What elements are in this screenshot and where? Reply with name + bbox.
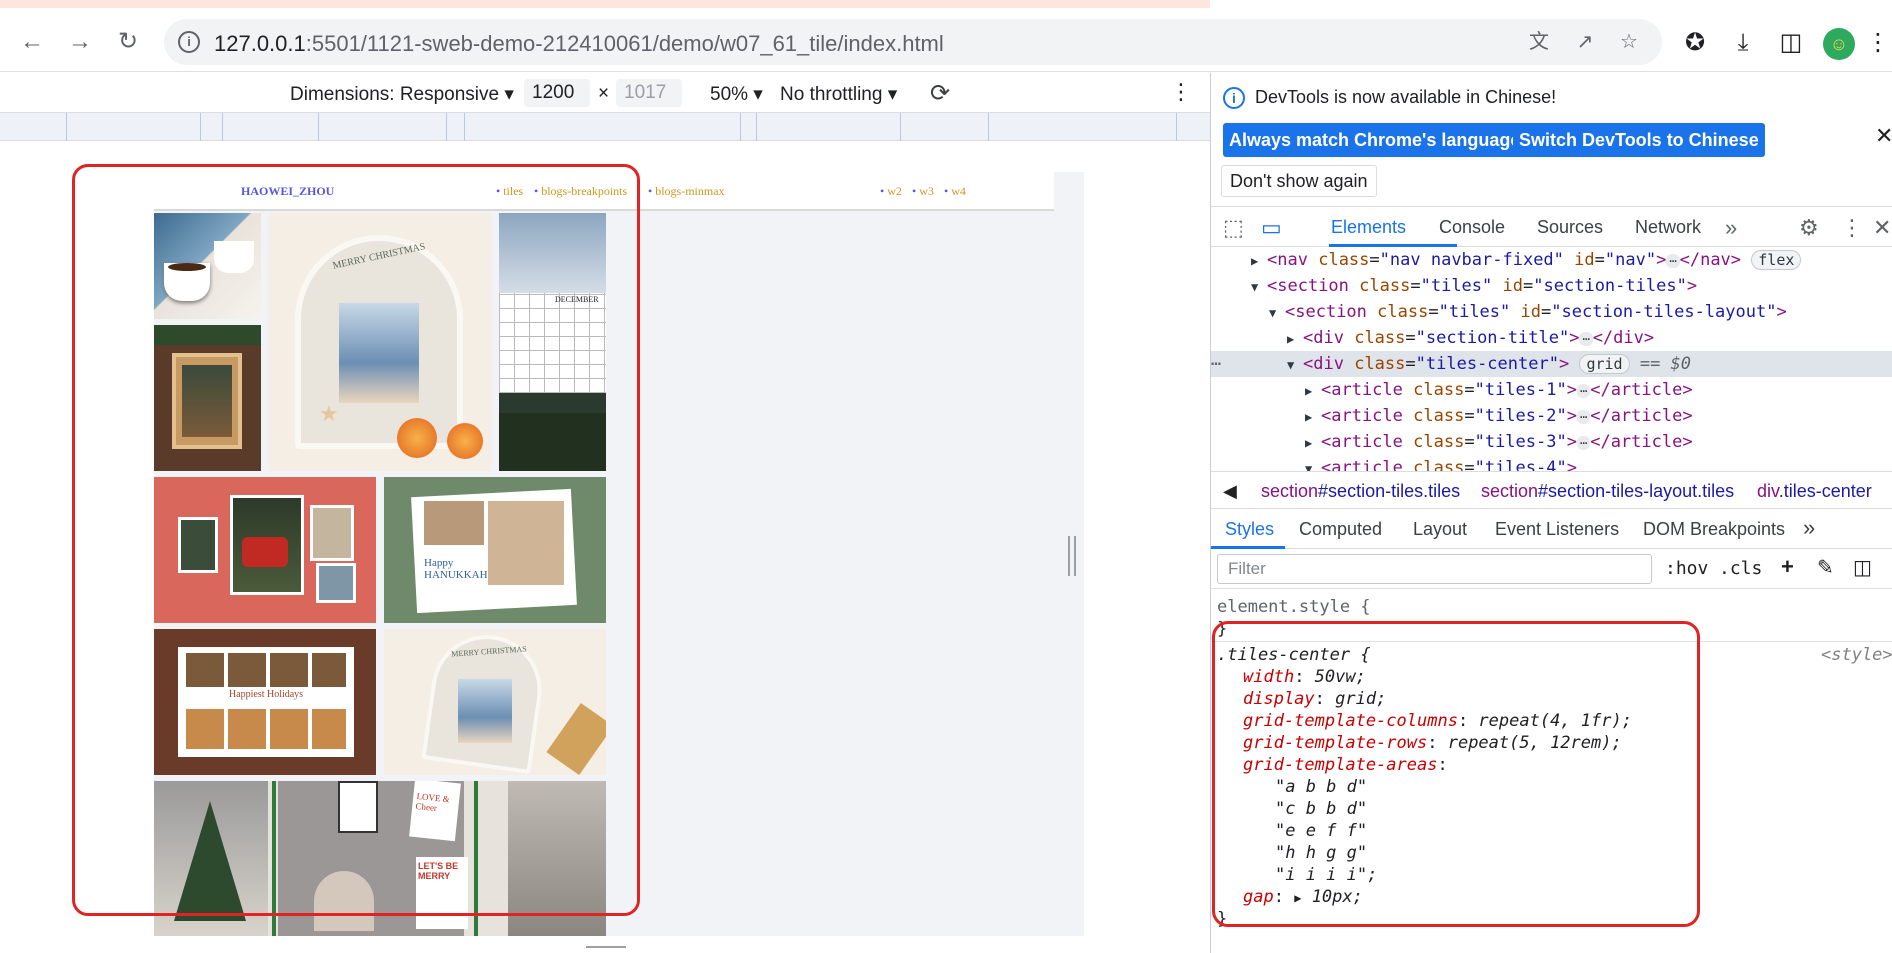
forward-icon[interactable]: → (66, 28, 94, 56)
dom-tree: ▶ <nav class="nav navbar-fixed" id="nav">… (1211, 247, 1892, 471)
more-subtabs-icon[interactable]: » (1803, 515, 1815, 541)
bookmark-star-icon[interactable]: ☆ (1616, 29, 1642, 55)
language-infobar: i DevTools is now available in Chinese! … (1211, 73, 1892, 207)
device-toggle-icon[interactable]: ▭ (1261, 215, 1282, 241)
switch-to-chinese-button[interactable]: Switch DevTools to Chinese (1513, 123, 1765, 157)
dom-node-article-3[interactable]: ▶ <article class="tiles-3"> ⋯ </article> (1211, 429, 1892, 455)
rule-source-link[interactable]: <style> (1821, 645, 1892, 665)
height-input[interactable]: 1017 (616, 79, 682, 107)
nav-link-w4[interactable]: • w4 (944, 184, 966, 199)
always-match-language-button[interactable]: Always match Chrome's language (1223, 123, 1527, 157)
highlight-box-viewport (72, 164, 640, 916)
device-toolbar: Dimensions: Responsive ▾ 1200 × 1017 50%… (0, 73, 1210, 113)
tab-strip (0, 0, 1892, 8)
styles-filter-row: Filter :hov .cls + ✎ ◫ (1211, 549, 1892, 589)
devtools-main-tabs: ⬚ ▭ Elements Console Sources Network » ⚙… (1211, 207, 1892, 247)
devtools-close-icon[interactable]: ✕ (1873, 215, 1891, 241)
device-more-icon[interactable]: ⋮ (1170, 79, 1192, 105)
tab-elements[interactable]: Elements (1331, 217, 1406, 238)
nav-link-w3[interactable]: • w3 (912, 184, 934, 199)
viewport-resize-handle-bottom[interactable] (586, 946, 626, 952)
tab-computed[interactable]: Computed (1299, 519, 1382, 540)
tab-console[interactable]: Console (1439, 217, 1505, 238)
close-icon[interactable]: ✕ (1875, 123, 1892, 149)
highlight-box-css-rule (1212, 621, 1700, 927)
width-input[interactable]: 1200 (524, 79, 590, 107)
info-icon: i (1223, 87, 1245, 109)
nav-link-w2[interactable]: • w2 (880, 184, 902, 199)
dom-node-section-tiles[interactable]: ▼ <section class="tiles" id="section-tile… (1211, 273, 1892, 299)
element-style-selector[interactable]: element.style { (1217, 597, 1371, 617)
toggle-sidebar-icon[interactable]: ◫ (1853, 555, 1872, 580)
tab-sources[interactable]: Sources (1537, 217, 1603, 238)
breadcrumb-item-section-layout[interactable]: section#section-tiles-layout.tiles (1481, 481, 1734, 502)
infobar-message: DevTools is now available in Chinese! (1255, 87, 1557, 107)
reload-icon[interactable]: ↻ (114, 28, 142, 56)
breadcrumb: ◀ section#section-tiles.tiles section#se… (1211, 471, 1892, 509)
viewport-resize-handle-right[interactable] (1068, 536, 1076, 576)
tab-network[interactable]: Network (1635, 217, 1701, 238)
back-icon[interactable]: ← (18, 28, 46, 56)
tab-dom-breakpoints[interactable]: DOM Breakpoints (1643, 519, 1785, 540)
inspect-element-icon[interactable]: ⬚ (1223, 215, 1244, 241)
times-sign: × (598, 83, 610, 104)
breadcrumb-item-tiles-center[interactable]: div.tiles-center (1757, 481, 1872, 502)
devtools-menu-icon[interactable]: ⋮ (1841, 215, 1863, 241)
address-bar[interactable]: i 127.0.0.1:5501/1121-sweb-demo-21241006… (164, 19, 1662, 65)
more-tabs-icon[interactable]: » (1725, 215, 1737, 241)
url-text[interactable]: 127.0.0.1:5501/1121-sweb-demo-212410061/… (214, 31, 944, 57)
dom-node-article-2[interactable]: ▶ <article class="tiles-2"> ⋯ </article> (1211, 403, 1892, 429)
chrome-menu-icon[interactable]: ⋮ (1866, 28, 1890, 58)
media-query-ruler (0, 113, 1210, 141)
share-icon[interactable]: ↗ (1572, 29, 1598, 55)
dimensions-dropdown[interactable]: Dimensions: Responsive ▾ (290, 83, 514, 106)
side-panel-icon[interactable]: ◫ (1776, 28, 1806, 58)
zoom-dropdown[interactable]: 50% ▾ (710, 83, 763, 106)
site-info-icon[interactable]: i (178, 31, 200, 53)
dom-node-article-1[interactable]: ▶ <article class="tiles-1"> ⋯ </article> (1211, 377, 1892, 403)
filter-input[interactable]: Filter (1217, 554, 1652, 584)
tab-layout[interactable]: Layout (1413, 519, 1467, 540)
profile-avatar[interactable]: ☺ (1823, 28, 1855, 60)
settings-gear-icon[interactable]: ⚙ (1799, 215, 1819, 241)
dont-show-again-button[interactable]: Don't show again (1221, 165, 1377, 197)
styles-subtabs: Styles Computed Layout Event Listeners D… (1211, 509, 1892, 549)
dom-node-section-title[interactable]: ▶ <div class="section-title"> ⋯ </div> (1211, 325, 1892, 351)
download-icon[interactable]: ⤓ (1728, 28, 1758, 58)
dom-node-tiles-center[interactable]: ⋯ ▼ <div class="tiles-center"> grid == $0 (1211, 351, 1892, 377)
browser-toolbar: ← → ↻ i 127.0.0.1:5501/1121-sweb-demo-21… (0, 8, 1892, 72)
tab-styles[interactable]: Styles (1225, 519, 1274, 540)
throttling-dropdown[interactable]: No throttling ▾ (780, 83, 897, 106)
rotate-icon[interactable]: ⟳ (930, 79, 950, 108)
paint-icon[interactable]: ✎ (1817, 555, 1834, 580)
breadcrumb-scroll-left-icon[interactable]: ◀ (1223, 481, 1237, 502)
cls-toggle[interactable]: .cls (1719, 558, 1762, 579)
tab-event-listeners[interactable]: Event Listeners (1495, 519, 1619, 540)
dom-node-nav[interactable]: ▶ <nav class="nav navbar-fixed" id="nav">… (1211, 247, 1892, 273)
add-rule-icon[interactable]: + (1781, 554, 1794, 580)
breadcrumb-item-section-tiles[interactable]: section#section-tiles.tiles (1261, 481, 1460, 502)
dom-node-article-4[interactable]: ▼ <article class="tiles-4"> (1211, 455, 1892, 471)
dom-node-section-tiles-layout[interactable]: ▼ <section class="tiles" id="section-tile… (1211, 299, 1892, 325)
nav-link-blogs-minmax[interactable]: • blogs-minmax (648, 184, 725, 199)
extensions-icon[interactable]: ✪ (1680, 28, 1710, 58)
translate-icon[interactable]: 文 (1526, 29, 1552, 55)
hov-toggle[interactable]: :hov (1665, 558, 1708, 579)
